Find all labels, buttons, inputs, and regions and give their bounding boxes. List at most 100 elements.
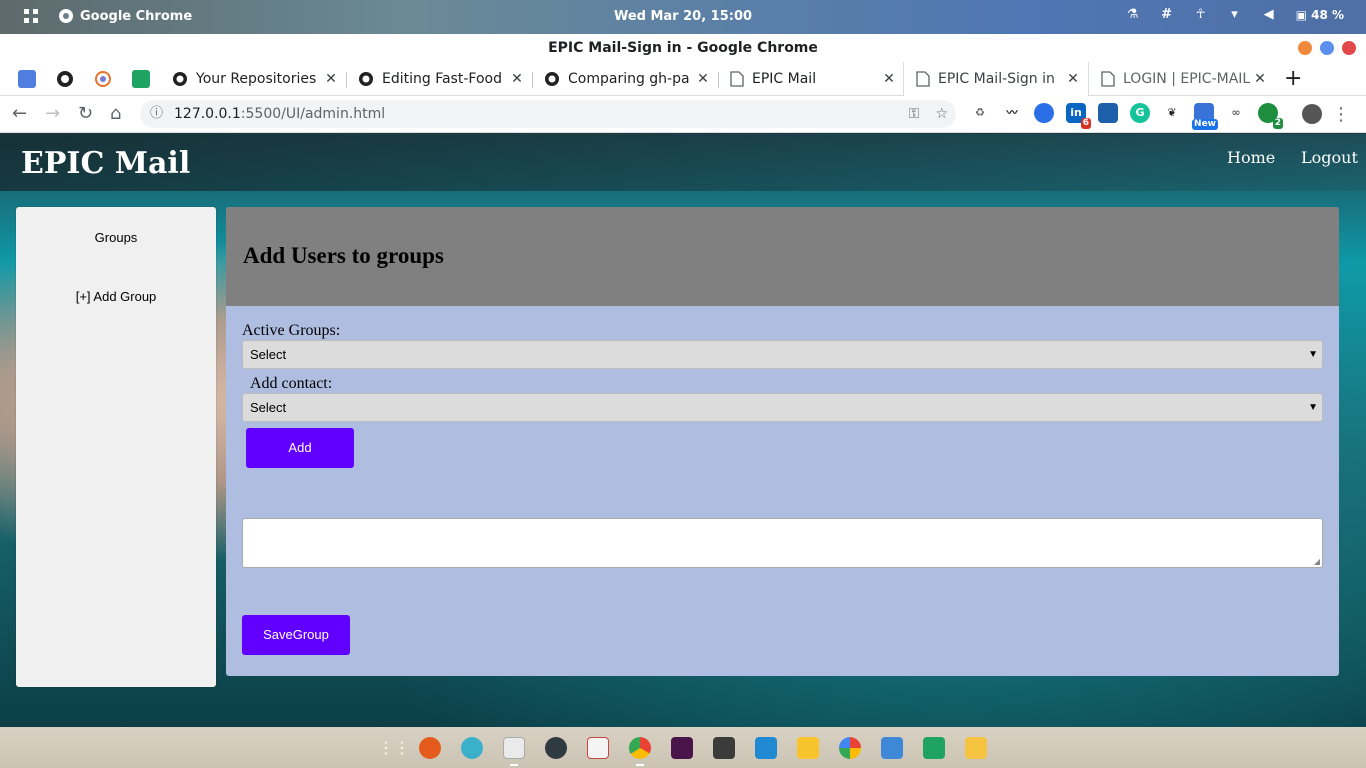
active-groups-value: Select — [250, 347, 287, 362]
window-controls — [1298, 41, 1356, 55]
linkedin-badge: 6 — [1080, 118, 1091, 129]
green-extension-icon[interactable]: 2 — [1258, 103, 1283, 129]
url-path: :5500/UI/admin.html — [240, 106, 386, 122]
back-arrow-icon[interactable]: ← — [12, 104, 27, 124]
dropdown-arrow-icon: ▼ — [1308, 349, 1318, 360]
infinity-extension-icon[interactable]: ∞ — [1226, 103, 1246, 123]
system-tray: ⚗ # ☥ ▾ ◀ ▣ 48 % — [1126, 8, 1344, 23]
address-bar[interactable]: ⓘ 127.0.0.1:5500/UI/admin.html ⚿ ☆ — [140, 100, 956, 128]
tab-label: EPIC Mail-Sign in — [938, 71, 1055, 87]
maximize-button[interactable] — [1320, 41, 1334, 55]
close-window-button[interactable] — [1342, 41, 1356, 55]
sheets-icon[interactable] — [923, 737, 945, 759]
close-icon[interactable]: ✕ — [696, 71, 710, 87]
dock: ⋮⋮ — [0, 727, 1366, 768]
recycle-extension-icon[interactable]: ♻ — [970, 103, 990, 123]
github-pinned-tab-icon[interactable] — [56, 70, 74, 88]
forward-arrow-icon[interactable]: → — [45, 104, 60, 124]
group-textarea[interactable]: ◢ — [242, 518, 1323, 568]
close-icon[interactable]: ✕ — [882, 71, 896, 87]
new-badge: New — [1192, 119, 1218, 130]
nav-logout-link[interactable]: Logout — [1301, 148, 1358, 167]
bookmark-star-icon[interactable]: ☆ — [935, 100, 948, 128]
sheets-pinned-tab-icon[interactable] — [132, 70, 150, 88]
vscode-icon[interactable] — [755, 737, 777, 759]
docs-icon[interactable] — [881, 737, 903, 759]
tab-editing-fast-food[interactable]: Editing Fast-Food ✕ — [346, 62, 532, 96]
photos-icon[interactable] — [839, 737, 861, 759]
firefox-icon[interactable] — [419, 737, 441, 759]
show-apps-icon[interactable]: ⋮⋮ — [378, 737, 410, 759]
page-icon — [1101, 71, 1115, 87]
wifi-icon[interactable]: ▾ — [1228, 8, 1242, 22]
docs-pinned-tab-icon[interactable] — [18, 70, 36, 88]
briefcase-extension-icon[interactable] — [1098, 103, 1118, 123]
profile-avatar[interactable] — [1302, 104, 1322, 124]
activities-grid-icon[interactable] — [24, 9, 38, 27]
new-tab-plus-icon[interactable]: + — [1284, 68, 1302, 90]
sidebar-item-add-group[interactable]: [+] Add Group — [16, 289, 216, 304]
blue-circle-extension-icon[interactable] — [1034, 103, 1054, 123]
page-icon — [730, 71, 744, 87]
active-groups-select[interactable]: Select ▼ — [242, 340, 1323, 369]
clock[interactable]: Wed Mar 20, 15:00 — [614, 9, 752, 24]
info-icon[interactable]: ⓘ — [150, 100, 163, 128]
accessibility-icon[interactable]: ☥ — [1194, 8, 1208, 22]
close-icon[interactable]: ✕ — [510, 71, 524, 87]
tab-label: LOGIN | EPIC-MAIL — [1123, 71, 1251, 87]
flask-icon[interactable]: ⚗ — [1126, 8, 1140, 22]
battery-label: 48 % — [1311, 8, 1344, 22]
tab-epic-mail[interactable]: EPIC Mail ✕ — [718, 62, 904, 96]
close-icon[interactable]: ✕ — [1253, 71, 1267, 87]
add-button[interactable]: Add — [246, 428, 354, 468]
pinned-tab-orange-icon[interactable] — [94, 70, 112, 88]
new-extension-icon[interactable]: New — [1192, 103, 1218, 130]
url-host: 127.0.0.1 — [174, 106, 241, 122]
close-icon[interactable]: ✕ — [324, 71, 338, 87]
tab-label: Comparing gh-pa — [568, 71, 690, 87]
nav-home-link[interactable]: Home — [1227, 148, 1275, 167]
tab-epic-mail-sign-in[interactable]: EPIC Mail-Sign in ✕ — [903, 62, 1089, 96]
chrome-menu-icon[interactable]: ⋮ — [1332, 104, 1350, 125]
site-header: EPIC Mail Home Logout — [0, 134, 1366, 191]
chrome-dock-icon[interactable] — [629, 737, 651, 759]
green-badge: 2 — [1272, 118, 1283, 129]
battery-indicator[interactable]: ▣ 48 % — [1296, 8, 1344, 22]
volume-icon[interactable]: ◀ — [1262, 8, 1276, 22]
tab-label: Your Repositories — [196, 71, 317, 87]
linkedin-extension-icon[interactable]: in 6 — [1066, 103, 1091, 129]
wave-extension-icon[interactable]: 〰 — [1002, 103, 1022, 123]
tab-login-epic-mail[interactable]: LOGIN | EPIC-MAIL ✕ — [1089, 62, 1275, 96]
window-titlebar: EPIC Mail-Sign in - Google Chrome — [0, 34, 1366, 62]
camera-app-icon[interactable] — [545, 737, 567, 759]
grammarly-extension-icon[interactable]: G — [1130, 103, 1150, 123]
key-icon[interactable]: ⚿ — [909, 100, 920, 128]
files-icon[interactable] — [503, 737, 525, 759]
sidebar: Groups [+] Add Group — [16, 207, 216, 687]
home-icon[interactable]: ⌂ — [110, 104, 121, 124]
os-topbar: Google Chrome Wed Mar 20, 15:00 ⚗ # ☥ ▾ … — [0, 0, 1366, 34]
tab-your-repositories[interactable]: Your Repositories ✕ — [160, 62, 346, 96]
app-menu[interactable]: Google Chrome — [58, 8, 192, 24]
notes-icon[interactable] — [797, 737, 819, 759]
save-group-button[interactable]: SaveGroup — [242, 615, 350, 655]
close-icon[interactable]: ✕ — [1066, 71, 1080, 87]
sublime-text-icon[interactable] — [713, 737, 735, 759]
add-contact-select[interactable]: Select ▼ — [242, 393, 1323, 422]
sidebar-item-groups[interactable]: Groups — [16, 230, 216, 245]
page-title: Add Users to groups — [243, 243, 444, 268]
tab-label: EPIC Mail — [752, 71, 817, 87]
slack-tray-icon[interactable]: # — [1160, 8, 1174, 22]
slack-icon[interactable] — [671, 737, 693, 759]
reload-icon[interactable]: ↻ — [78, 104, 93, 124]
tab-comparing-gh-pages[interactable]: Comparing gh-pa ✕ — [532, 62, 718, 96]
minimize-button[interactable] — [1298, 41, 1312, 55]
mail-client-icon[interactable] — [587, 737, 609, 759]
dark-extension-icon[interactable]: ❦ — [1162, 103, 1182, 123]
slides-icon[interactable] — [965, 737, 987, 759]
browser-toolbar: ← → ↻ ⌂ ⓘ 127.0.0.1:5500/UI/admin.html ⚿… — [0, 96, 1366, 133]
resize-grip-icon[interactable]: ◢ — [1314, 557, 1320, 566]
site-brand[interactable]: EPIC Mail — [21, 146, 190, 181]
mail-app-icon[interactable] — [461, 737, 483, 759]
github-icon — [359, 72, 373, 86]
